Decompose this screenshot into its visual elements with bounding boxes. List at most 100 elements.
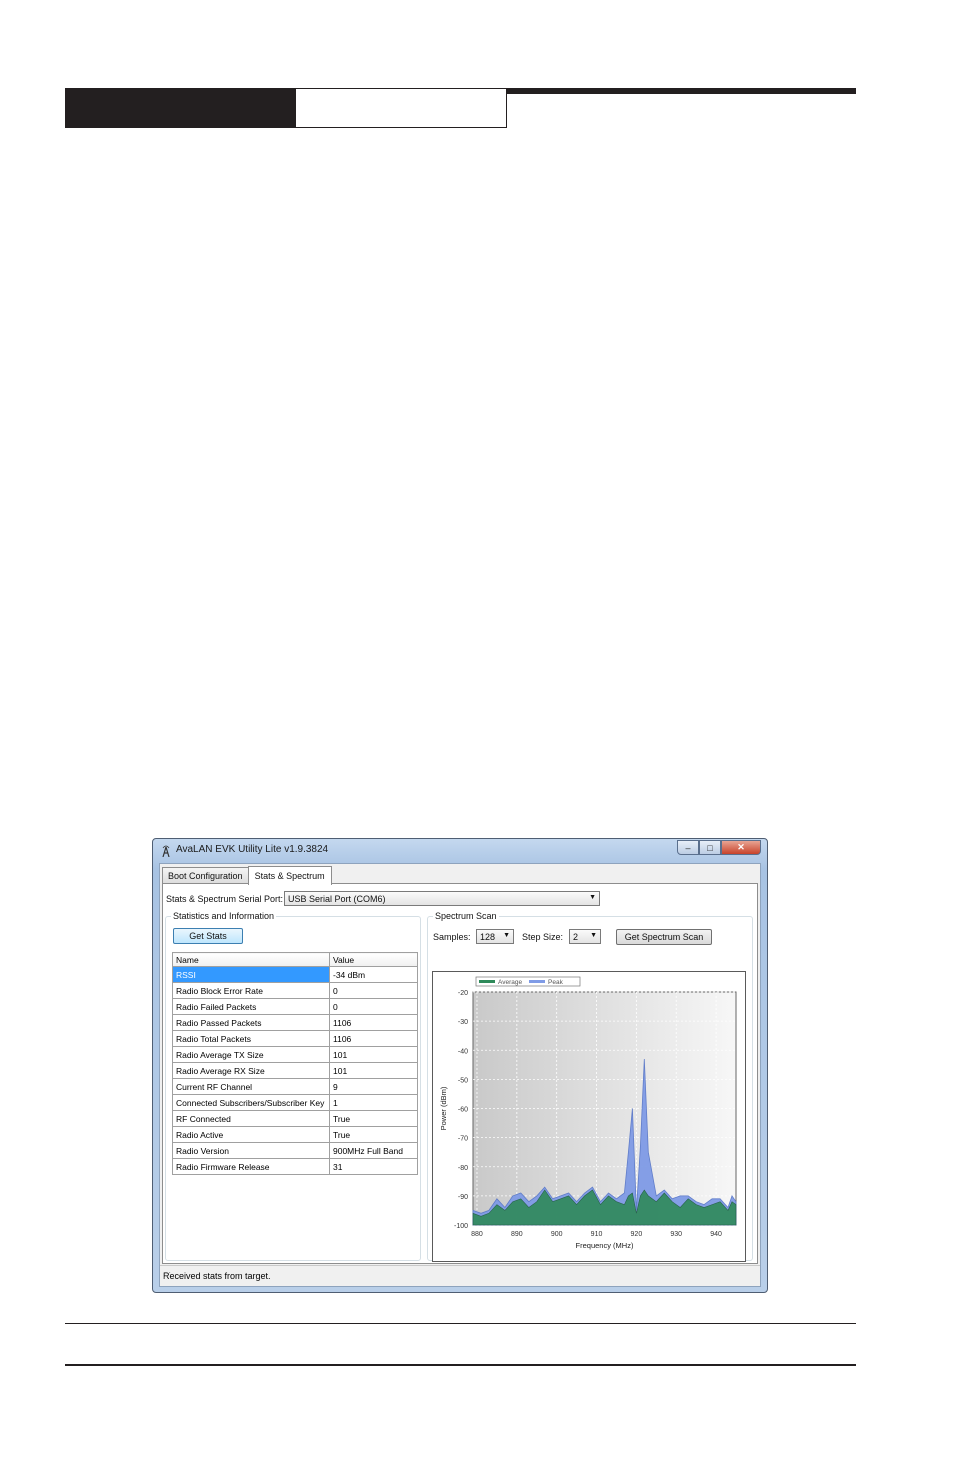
table-row[interactable]: Current RF Channel 9 bbox=[172, 1078, 418, 1095]
footer-rule-bottom bbox=[65, 1364, 856, 1366]
minimize-button[interactable]: – bbox=[677, 840, 699, 855]
y-tick-label: -40 bbox=[458, 1048, 468, 1055]
samples-value: 128 bbox=[480, 932, 496, 942]
legend-average-label: Average bbox=[498, 979, 522, 986]
table-row[interactable]: Radio Average RX Size 101 bbox=[172, 1062, 418, 1079]
stat-value-cell[interactable]: 101 bbox=[329, 1062, 418, 1079]
footer-rule-top bbox=[65, 1323, 856, 1324]
stat-name-cell[interactable]: Radio Block Error Rate bbox=[172, 982, 330, 999]
stat-value-cell[interactable]: 0 bbox=[329, 982, 418, 999]
stats-table: Name Value RSSI -34 dBm Radio Block Error … bbox=[172, 952, 418, 1175]
close-button[interactable]: ✕ bbox=[721, 840, 761, 855]
stat-value-cell[interactable]: True bbox=[329, 1110, 418, 1127]
stat-name-cell[interactable]: Radio Passed Packets bbox=[172, 1014, 330, 1031]
x-tick-label: 920 bbox=[631, 1231, 643, 1238]
spectrum-group: Spectrum Scan Samples: 128 ▼ Step Size: … bbox=[427, 911, 753, 1262]
table-row[interactable]: Connected Subscribers/Subscriber Key 1 bbox=[172, 1094, 418, 1111]
stat-value-cell[interactable]: 1106 bbox=[329, 1014, 418, 1031]
stats-spectrum-pane: Stats & Spectrum Serial Port: USB Serial… bbox=[162, 883, 758, 1264]
table-row[interactable]: Radio Version 900MHz Full Band bbox=[172, 1142, 418, 1159]
stat-name-cell[interactable]: Radio Failed Packets bbox=[172, 998, 330, 1015]
maximize-button[interactable]: □ bbox=[699, 840, 721, 855]
serial-port-label: Stats & Spectrum Serial Port: bbox=[166, 894, 284, 904]
x-tick-label: 880 bbox=[471, 1231, 483, 1238]
step-size-select[interactable]: 2 ▼ bbox=[569, 929, 601, 944]
stat-value-cell[interactable]: 0 bbox=[329, 998, 418, 1015]
x-tick-label: 890 bbox=[511, 1231, 523, 1238]
plot-area bbox=[472, 991, 737, 1226]
table-row[interactable]: Radio Block Error Rate 0 bbox=[172, 982, 418, 999]
serial-port-select[interactable]: USB Serial Port (COM6) ▼ bbox=[284, 891, 600, 906]
stat-name-cell[interactable]: Radio Average TX Size bbox=[172, 1046, 330, 1063]
table-row[interactable]: RF Connected True bbox=[172, 1110, 418, 1127]
stat-name-cell[interactable]: RF Connected bbox=[172, 1110, 330, 1127]
table-row[interactable]: Radio Passed Packets 1106 bbox=[172, 1014, 418, 1031]
header-rule bbox=[506, 88, 856, 94]
resize-grip-icon[interactable]: ⋰ bbox=[163, 1271, 757, 1283]
app-window: AvaLAN EVK Utility Lite v1.9.3824 – □ ✕ … bbox=[152, 838, 768, 1293]
stat-name-cell[interactable]: Radio Version bbox=[172, 1142, 330, 1159]
header-box bbox=[296, 88, 507, 128]
y-tick-label: -30 bbox=[458, 1019, 468, 1026]
table-row[interactable]: Radio Average TX Size 101 bbox=[172, 1046, 418, 1063]
stat-name-cell[interactable]: RSSI bbox=[172, 966, 330, 983]
column-header-value[interactable]: Value bbox=[329, 952, 418, 967]
spectrum-chart: -20 -30 -40 -50 -60 -70 -80 -90 -100880 890 900 910… bbox=[439, 976, 737, 1250]
step-size-value: 2 bbox=[573, 932, 579, 942]
table-row[interactable]: Radio Firmware Release 31 bbox=[172, 1158, 418, 1175]
legend-peak-label: Peak bbox=[548, 979, 564, 986]
tab-boot-configuration[interactable]: Boot Configuration bbox=[162, 867, 249, 884]
table-row[interactable]: Radio Total Packets 1106 bbox=[172, 1030, 418, 1047]
serial-port-value: USB Serial Port (COM6) bbox=[288, 894, 386, 904]
stat-name-cell[interactable]: Radio Firmware Release bbox=[172, 1158, 330, 1175]
stat-value-cell[interactable]: -34 dBm bbox=[329, 966, 418, 983]
column-header-name[interactable]: Name bbox=[172, 952, 330, 967]
y-tick-label: -50 bbox=[458, 1077, 468, 1084]
chevron-down-icon: ▼ bbox=[590, 932, 597, 939]
x-tick-label: 910 bbox=[591, 1231, 603, 1238]
table-row[interactable]: Radio Active True bbox=[172, 1126, 418, 1143]
chevron-down-icon: ▼ bbox=[503, 932, 510, 939]
stat-name-cell[interactable]: Radio Total Packets bbox=[172, 1030, 330, 1047]
stat-name-cell[interactable]: Current RF Channel bbox=[172, 1078, 330, 1095]
tab-stats-spectrum[interactable]: Stats & Spectrum bbox=[247, 866, 332, 885]
get-spectrum-scan-button[interactable]: Get Spectrum Scan bbox=[616, 929, 712, 945]
y-axis-label: Power (dBm) bbox=[439, 1086, 448, 1130]
y-tick-label: -70 bbox=[458, 1136, 468, 1143]
x-tick-label: 940 bbox=[710, 1231, 722, 1238]
stat-value-cell[interactable]: 31 bbox=[329, 1158, 418, 1175]
stat-value-cell[interactable]: 1 bbox=[329, 1094, 418, 1111]
stat-name-cell[interactable]: Radio Active bbox=[172, 1126, 330, 1143]
spectrum-chart-frame: -20 -30 -40 -50 -60 -70 -80 -90 -100 880 890 900 910… bbox=[432, 971, 746, 1262]
x-axis-label: Frequency (MHz) bbox=[576, 1241, 634, 1250]
y-tick-label: -60 bbox=[458, 1107, 468, 1114]
stat-name-cell[interactable]: Connected Subscribers/Subscriber Key bbox=[172, 1094, 330, 1111]
chevron-down-icon: ▼ bbox=[589, 894, 596, 901]
client-area: Boot Configuration Stats & Spectrum Stat… bbox=[159, 863, 761, 1287]
step-size-label: Step Size: bbox=[522, 932, 564, 942]
antenna-icon bbox=[162, 845, 170, 857]
y-tick-label: -90 bbox=[458, 1194, 468, 1201]
x-tick-label: 900 bbox=[551, 1231, 563, 1238]
table-row[interactable]: Radio Failed Packets 0 bbox=[172, 998, 418, 1015]
statistics-group-title: Statistics and Information bbox=[171, 911, 277, 921]
stat-value-cell[interactable]: 101 bbox=[329, 1046, 418, 1063]
stat-name-cell[interactable]: Radio Average RX Size bbox=[172, 1062, 330, 1079]
x-tick-label: 930 bbox=[670, 1231, 682, 1238]
samples-select[interactable]: 128 ▼ bbox=[476, 929, 514, 944]
stat-value-cell[interactable]: 9 bbox=[329, 1078, 418, 1095]
table-row[interactable]: RSSI -34 dBm bbox=[172, 966, 418, 983]
title-bar[interactable]: AvaLAN EVK Utility Lite v1.9.3824 – □ ✕ bbox=[153, 839, 767, 863]
y-tick-label: -100 bbox=[454, 1223, 468, 1230]
window-title: AvaLAN EVK Utility Lite v1.9.3824 bbox=[176, 844, 329, 855]
status-bar: Received stats from target. ⋰ bbox=[160, 1265, 760, 1286]
y-tick-label: -20 bbox=[458, 990, 468, 997]
stat-value-cell[interactable]: True bbox=[329, 1126, 418, 1143]
y-tick-label: -80 bbox=[458, 1165, 468, 1172]
stat-value-cell[interactable]: 900MHz Full Band bbox=[329, 1142, 418, 1159]
get-stats-button[interactable]: Get Stats bbox=[173, 928, 243, 944]
statistics-group: Statistics and Information Get Stats Nam… bbox=[165, 911, 421, 1261]
stat-value-cell[interactable]: 1106 bbox=[329, 1030, 418, 1047]
tab-strip: Boot Configuration Stats & Spectrum bbox=[162, 866, 332, 885]
header-black-bar bbox=[65, 88, 296, 128]
